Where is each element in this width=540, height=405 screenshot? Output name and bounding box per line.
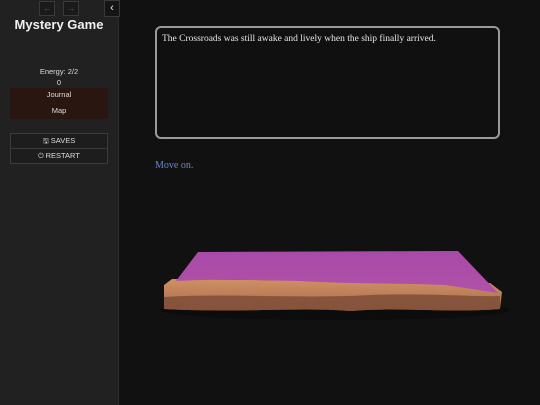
history-back-button[interactable]: ← — [39, 1, 55, 16]
arrow-right-icon: → — [66, 3, 76, 13]
sidebar: ← → ‹ Mystery Game Energy: 2/2 0 Journal… — [0, 0, 120, 405]
passage-box: The Crossroads was still awake and livel… — [155, 26, 500, 139]
journal-link[interactable]: Journal — [10, 90, 108, 99]
chevron-left-icon: ‹ — [110, 2, 114, 14]
platform-base — [164, 294, 500, 311]
power-icon: ⏻ — [38, 153, 44, 160]
saves-label: SAVES — [50, 136, 76, 145]
sidebar-toggle-button[interactable]: ‹ — [104, 0, 120, 17]
energy-stat: Energy: 2/2 — [39, 67, 79, 76]
save-icon: 🖫 — [42, 138, 49, 145]
sidebar-nav: Journal Map — [10, 88, 108, 119]
map-link[interactable]: Map — [10, 106, 108, 115]
move-on-link[interactable]: Move on. — [155, 160, 193, 171]
scene-illustration — [160, 251, 510, 320]
arrow-left-icon: ← — [42, 3, 52, 13]
passage-text: The Crossroads was still awake and livel… — [162, 34, 436, 44]
restart-button[interactable]: ⏻ RESTART — [10, 148, 108, 164]
story-title: Mystery Game — [14, 17, 104, 32]
saves-button[interactable]: 🖫 SAVES — [10, 133, 108, 149]
history-forward-button[interactable]: → — [63, 1, 79, 16]
restart-label: RESTART — [45, 151, 80, 160]
counter-value: 0 — [56, 78, 62, 87]
